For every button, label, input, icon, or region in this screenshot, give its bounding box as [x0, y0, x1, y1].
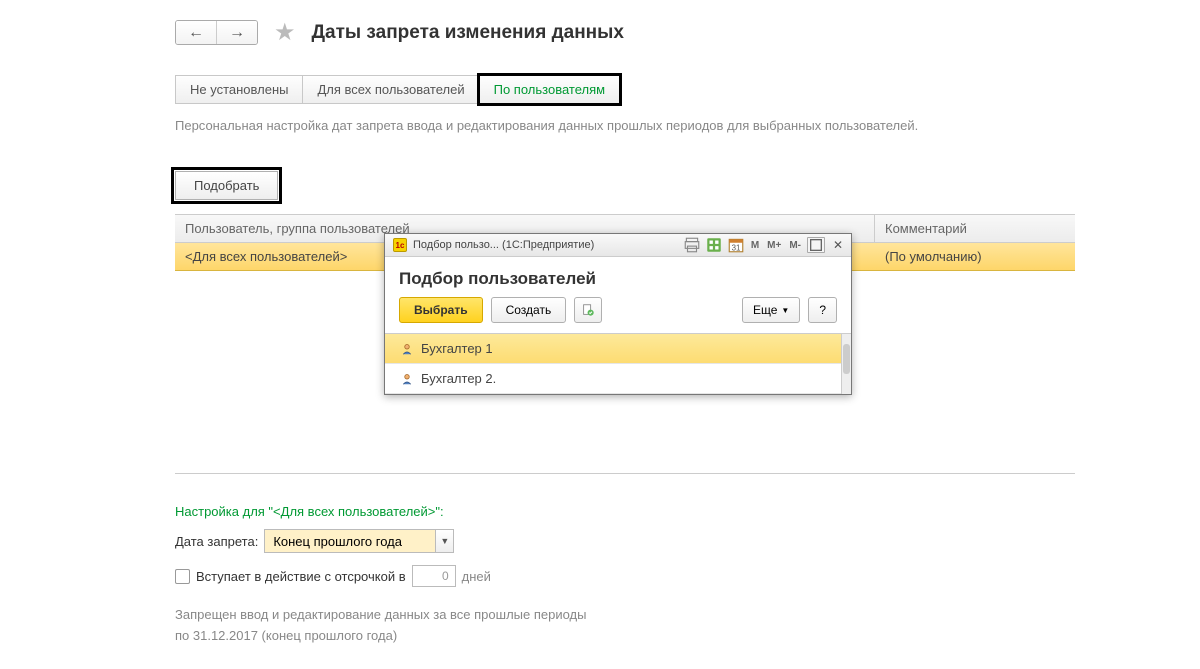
m-minus-button[interactable]: M-	[787, 240, 803, 251]
nav-back-button[interactable]: ←	[176, 21, 216, 44]
scrollbar[interactable]	[841, 334, 851, 394]
user-icon	[401, 373, 413, 385]
date-lock-label: Дата запрета:	[175, 534, 258, 549]
tab-by-users[interactable]: По пользователям	[480, 76, 619, 103]
list-item-label: Бухгалтер 2.	[421, 371, 496, 386]
app-logo-icon: 1c	[393, 238, 407, 252]
more-button[interactable]: Еще▼	[742, 297, 800, 323]
delay-label: Вступает в действие с отсрочкой в	[196, 569, 406, 584]
delay-days-input[interactable]	[412, 565, 456, 587]
refresh-icon[interactable]	[574, 297, 602, 323]
tab-description: Персональная настройка дат запрета ввода…	[175, 118, 1200, 133]
close-icon[interactable]: ✕	[829, 237, 847, 253]
tab-all-users[interactable]: Для всех пользователей	[303, 76, 479, 103]
calendar-icon[interactable]: 31	[727, 237, 745, 253]
date-lock-combo[interactable]: ▼	[264, 529, 454, 553]
dialog-title: Подбор пользователей	[385, 257, 851, 297]
nav-back-forward: ← →	[175, 20, 258, 45]
nav-forward-button[interactable]: →	[216, 21, 257, 44]
pick-button[interactable]: Подобрать	[175, 171, 278, 200]
choose-button[interactable]: Выбрать	[399, 297, 483, 323]
settings-heading: Настройка для "<Для всех пользователей>"…	[175, 504, 1200, 519]
user-icon	[401, 343, 413, 355]
svg-text:31: 31	[731, 244, 740, 253]
list-item[interactable]: Бухгалтер 1	[385, 334, 851, 364]
page-title: Даты запрета изменения данных	[312, 22, 624, 44]
grid-cell-comment: (По умолчанию)	[875, 243, 1075, 270]
list-item-label: Бухгалтер 1	[421, 341, 493, 356]
delay-unit-label: дней	[462, 569, 491, 584]
minimize-icon[interactable]	[807, 237, 825, 253]
favorite-star-icon[interactable]: ★	[274, 18, 296, 47]
tab-not-set[interactable]: Не установлены	[176, 76, 303, 103]
list-item[interactable]: Бухгалтер 2.	[385, 364, 851, 394]
m-plus-button[interactable]: M+	[765, 240, 783, 251]
date-lock-input[interactable]	[265, 530, 435, 552]
m-button[interactable]: M	[749, 240, 761, 251]
summary-text: Запрещен ввод и редактирование данных за…	[175, 605, 1200, 647]
chevron-down-icon[interactable]: ▼	[435, 530, 453, 552]
grid-col-comment[interactable]: Комментарий	[875, 215, 1075, 242]
calc-green-icon[interactable]	[705, 237, 723, 253]
dialog-titlebar-text: Подбор пользо... (1С:Предприятие)	[413, 239, 594, 251]
help-button[interactable]: ?	[808, 297, 837, 323]
user-list: Бухгалтер 1 Бухгалтер 2.	[385, 333, 851, 394]
delay-checkbox[interactable]	[175, 569, 190, 584]
user-picker-dialog: 1c Подбор пользо... (1С:Предприятие) 31 …	[384, 233, 852, 395]
print-icon[interactable]	[683, 237, 701, 253]
tabs: Не установлены Для всех пользователей По…	[175, 75, 620, 104]
create-button[interactable]: Создать	[491, 297, 567, 323]
